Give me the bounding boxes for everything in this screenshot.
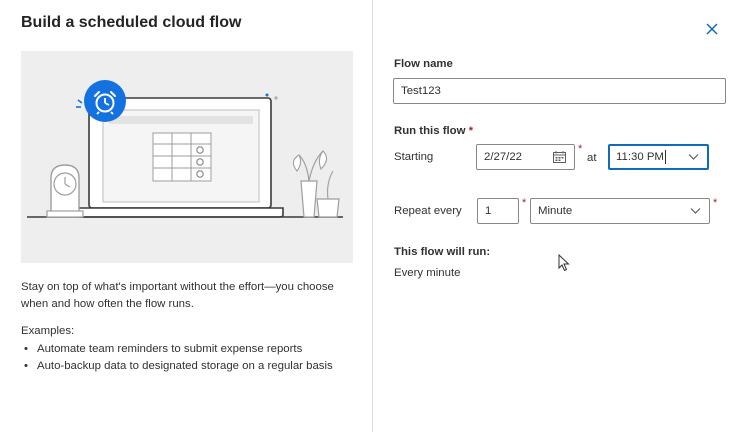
calendar-icon[interactable] [553, 151, 566, 163]
start-time-dropdown[interactable]: 11:30 PM [608, 144, 709, 170]
starting-label: Starting [394, 151, 434, 163]
interval-input[interactable]: 1 [477, 198, 519, 224]
at-label: at [587, 152, 597, 164]
flow-name-label: Flow name [394, 58, 453, 70]
start-time-value: 11:30 PM [616, 151, 664, 163]
close-icon[interactable] [701, 18, 723, 40]
examples-list: Automate team reminders to submit expens… [21, 341, 333, 375]
run-flow-label: Run this flow * [394, 125, 473, 137]
example-item: Auto-backup data to designated storage o… [21, 358, 333, 375]
start-date-value: 2/27/22 [484, 151, 523, 163]
mouse-pointer-icon [558, 254, 570, 272]
required-mark: * [522, 197, 527, 209]
flow-description: Stay on top of what's important without … [21, 281, 334, 310]
start-date-picker[interactable]: 2/27/22 [476, 144, 575, 170]
frequency-dropdown[interactable]: Minute [530, 198, 710, 224]
required-mark: * [713, 197, 718, 209]
chevron-down-icon [690, 208, 701, 214]
chevron-down-icon [688, 154, 699, 160]
required-mark: * [468, 125, 474, 137]
repeat-every-label: Repeat every [394, 205, 462, 217]
left-pane: Stay on top of what's important without … [0, 0, 373, 432]
example-item: Automate team reminders to submit expens… [21, 341, 333, 358]
schedule-illustration [21, 51, 353, 263]
schedule-summary-text: Every minute [394, 267, 461, 279]
scheduled-flow-dialog: Build a scheduled cloud flow Stay on top… [0, 0, 745, 432]
frequency-value: Minute [538, 205, 573, 217]
flow-name-input[interactable]: Test123 [393, 78, 726, 104]
schedule-summary-heading: This flow will run: [394, 246, 491, 258]
examples-heading: Examples: [21, 325, 75, 337]
run-flow-label-text: Run this flow [394, 125, 466, 137]
required-mark: * [578, 143, 583, 155]
